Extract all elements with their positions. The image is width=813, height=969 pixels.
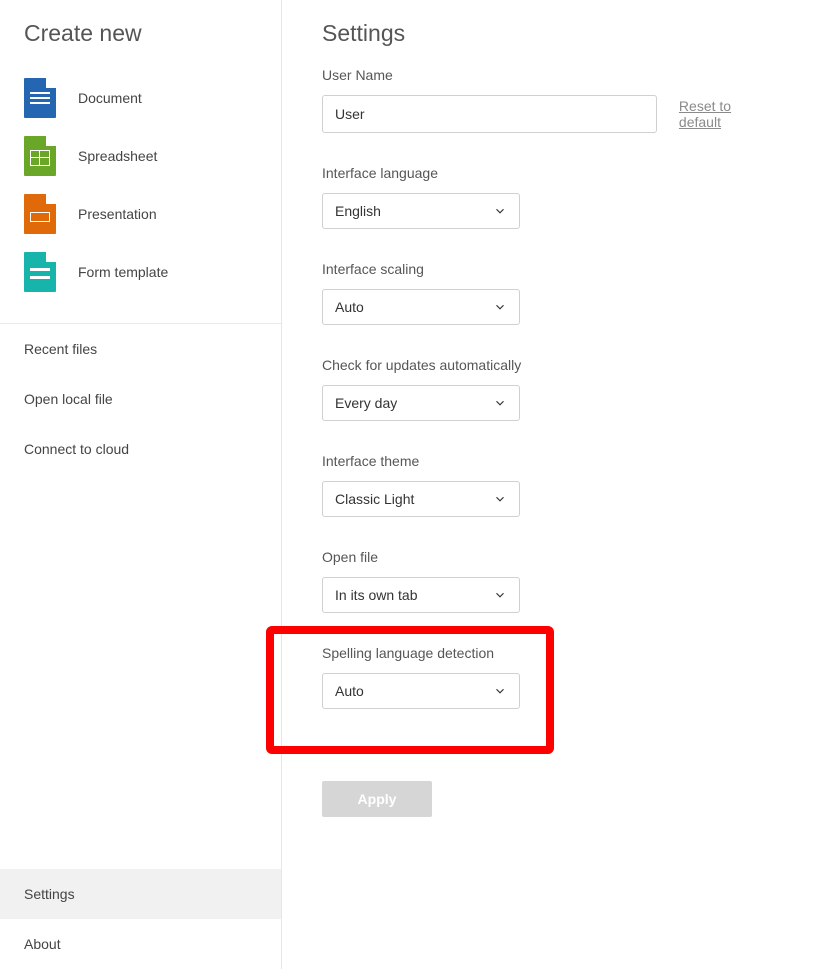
theme-value: Classic Light <box>335 491 414 507</box>
create-label: Form template <box>78 264 168 280</box>
openfile-value: In its own tab <box>335 587 418 603</box>
chevron-down-icon <box>493 396 507 410</box>
create-spreadsheet[interactable]: Spreadsheet <box>24 127 257 185</box>
nav-settings[interactable]: Settings <box>0 869 281 919</box>
create-form-template[interactable]: Form template <box>24 243 257 301</box>
field-open-file: Open file In its own tab <box>322 549 773 613</box>
chevron-down-icon <box>493 300 507 314</box>
nav-open-local-file[interactable]: Open local file <box>0 374 281 424</box>
sidebar-bottom: Settings About <box>0 869 281 969</box>
language-select[interactable]: English <box>322 193 520 229</box>
nav-recent-files[interactable]: Recent files <box>0 324 281 374</box>
spelling-label: Spelling language detection <box>322 645 773 661</box>
nav-connect-to-cloud[interactable]: Connect to cloud <box>0 424 281 474</box>
settings-panel: Settings User Name Reset to default Inte… <box>282 0 813 969</box>
openfile-select[interactable]: In its own tab <box>322 577 520 613</box>
sidebar-title: Create new <box>24 20 257 47</box>
form-template-icon <box>24 252 56 292</box>
openfile-label: Open file <box>322 549 773 565</box>
create-label: Spreadsheet <box>78 148 157 164</box>
field-interface-scaling: Interface scaling Auto <box>322 261 773 325</box>
updates-label: Check for updates automatically <box>322 357 773 373</box>
scaling-select[interactable]: Auto <box>322 289 520 325</box>
app-root: Create new Document Spreadsheet Presenta… <box>0 0 813 969</box>
chevron-down-icon <box>493 204 507 218</box>
create-document[interactable]: Document <box>24 69 257 127</box>
spelling-value: Auto <box>335 683 364 699</box>
scaling-value: Auto <box>335 299 364 315</box>
theme-select[interactable]: Classic Light <box>322 481 520 517</box>
field-spelling-detection: Spelling language detection Auto <box>322 645 773 709</box>
presentation-icon <box>24 194 56 234</box>
create-presentation[interactable]: Presentation <box>24 185 257 243</box>
reset-to-default-link[interactable]: Reset to default <box>679 98 773 130</box>
language-value: English <box>335 203 381 219</box>
create-label: Presentation <box>78 206 157 222</box>
theme-label: Interface theme <box>322 453 773 469</box>
field-username: User Name Reset to default <box>322 67 773 133</box>
create-label: Document <box>78 90 142 106</box>
scaling-label: Interface scaling <box>322 261 773 277</box>
spreadsheet-icon <box>24 136 56 176</box>
chevron-down-icon <box>493 684 507 698</box>
sidebar-top: Create new Document Spreadsheet Presenta… <box>0 0 281 315</box>
chevron-down-icon <box>493 588 507 602</box>
apply-button[interactable]: Apply <box>322 781 432 817</box>
field-interface-language: Interface language English <box>322 165 773 229</box>
page-title: Settings <box>322 20 773 47</box>
spelling-select[interactable]: Auto <box>322 673 520 709</box>
sidebar: Create new Document Spreadsheet Presenta… <box>0 0 282 969</box>
updates-select[interactable]: Every day <box>322 385 520 421</box>
language-label: Interface language <box>322 165 773 181</box>
field-check-updates: Check for updates automatically Every da… <box>322 357 773 421</box>
username-input[interactable] <box>322 95 657 133</box>
document-icon <box>24 78 56 118</box>
chevron-down-icon <box>493 492 507 506</box>
field-interface-theme: Interface theme Classic Light <box>322 453 773 517</box>
nav-about[interactable]: About <box>0 919 281 969</box>
updates-value: Every day <box>335 395 397 411</box>
username-row: Reset to default <box>322 95 773 133</box>
username-label: User Name <box>322 67 773 83</box>
